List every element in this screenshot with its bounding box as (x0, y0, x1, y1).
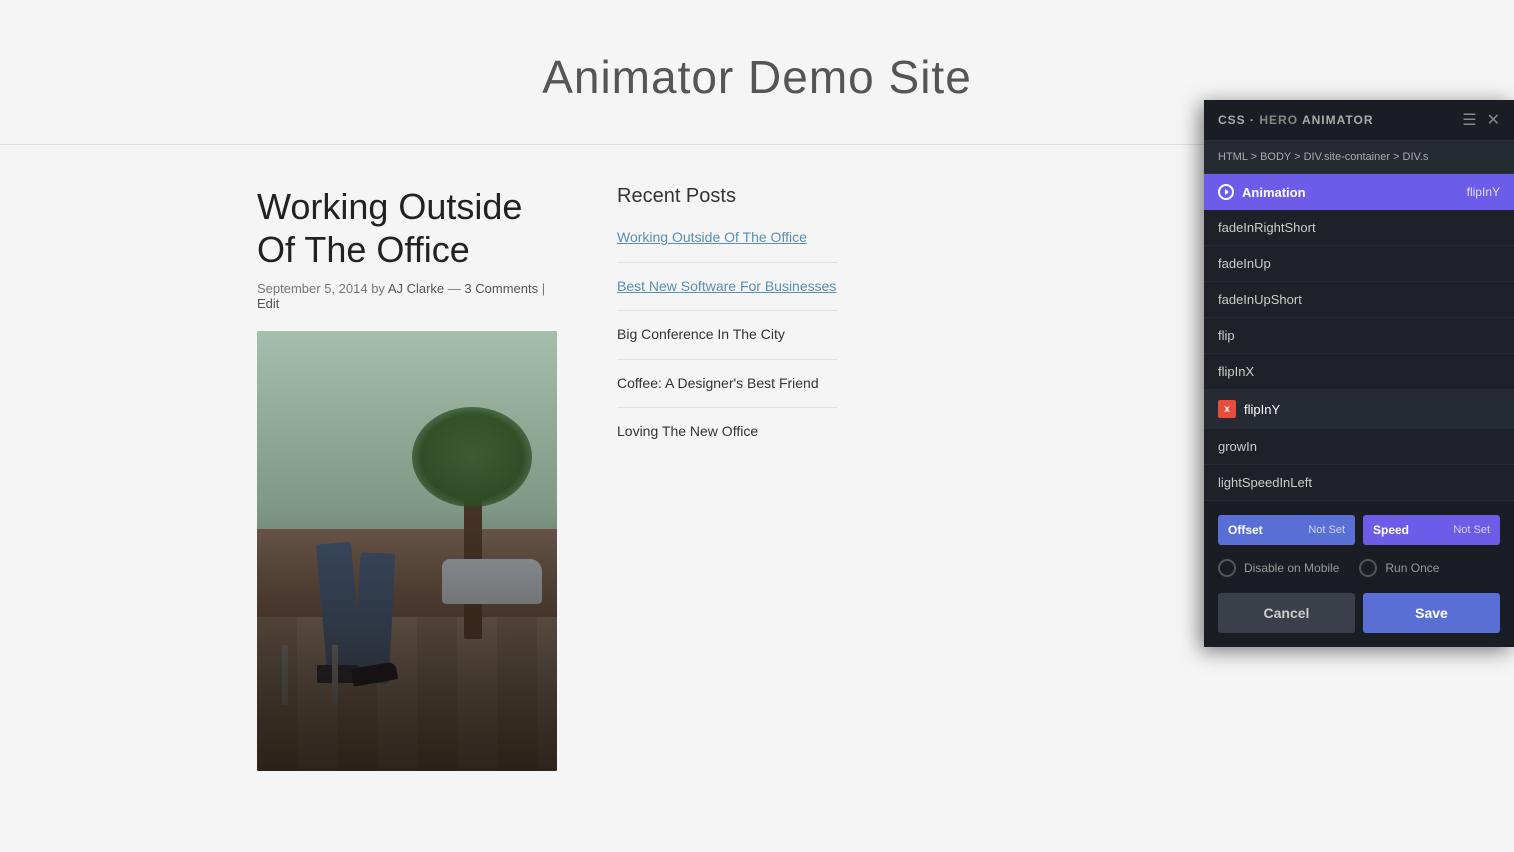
run-once-label: Run Once (1385, 561, 1439, 575)
toggle-row: Disable on Mobile Run Once (1218, 559, 1500, 577)
title-dot: · (1250, 113, 1255, 127)
anim-item-label: lightSpeedInLeft (1218, 475, 1312, 490)
anim-item-fadeInUp[interactable]: fadeInUp (1204, 246, 1514, 282)
post-title: Working Outside Of The Office (257, 185, 557, 271)
chair (272, 585, 352, 705)
anim-item-flipInX[interactable]: flipInX (1204, 354, 1514, 390)
anim-item-label: flipInY (1244, 402, 1280, 417)
post-image (257, 331, 557, 771)
disable-mobile-circle[interactable] (1218, 559, 1236, 577)
anim-item-label: growIn (1218, 439, 1257, 454)
offset-button[interactable]: Offset Not Set (1218, 515, 1355, 545)
offset-label: Offset (1228, 523, 1263, 537)
animation-header-left: Animation (1218, 184, 1306, 200)
anim-item-label: flip (1218, 328, 1235, 343)
run-once-circle[interactable] (1359, 559, 1377, 577)
list-item: Working Outside Of The Office (617, 228, 837, 263)
anim-item-fadeInRightShort[interactable]: fadeInRightShort (1204, 210, 1514, 246)
close-icon[interactable]: ✕ (1487, 110, 1500, 130)
post-meta-text: September 5, 2014 by (257, 281, 388, 296)
leg-right (354, 553, 396, 685)
recent-post-link-5[interactable]: Loving The New Office (617, 423, 758, 439)
anim-item-label: fadeInUpShort (1218, 292, 1302, 307)
chair-leg1 (282, 645, 288, 705)
animation-list: fadeInRightShort fadeInUp fadeInUpShort … (1204, 210, 1514, 501)
recent-post-link-1[interactable]: Working Outside Of The Office (617, 229, 807, 245)
edit-link[interactable]: Edit (257, 296, 279, 311)
panel-header-icons: ☰ ✕ (1462, 110, 1500, 130)
offset-value: Not Set (1308, 524, 1345, 536)
list-item: Big Conference In The City (617, 325, 837, 360)
save-button[interactable]: Save (1363, 593, 1500, 633)
disable-mobile-toggle[interactable]: Disable on Mobile (1218, 559, 1339, 577)
title-hero: HERO (1259, 113, 1298, 127)
anim-item-flip[interactable]: flip (1204, 318, 1514, 354)
title-css: CSS (1218, 113, 1246, 127)
content-area: Working Outside Of The Office September … (257, 185, 557, 771)
ground-bg (257, 529, 557, 771)
list-item: Coffee: A Designer's Best Friend (617, 374, 837, 409)
speed-label: Speed (1373, 523, 1409, 537)
panel-title: CSS · HERO ANIMATOR (1218, 113, 1374, 127)
anim-item-label: flipInX (1218, 364, 1254, 379)
recent-post-link-2[interactable]: Best New Software For Businesses (617, 278, 836, 294)
title-animator: ANIMATOR (1302, 113, 1374, 127)
photo-overlay (257, 331, 557, 771)
recent-post-link-3[interactable]: Big Conference In The City (617, 326, 785, 342)
panel-bottom: Offset Not Set Speed Not Set Disable on … (1204, 501, 1514, 647)
animator-panel: CSS · HERO ANIMATOR ☰ ✕ HTML > BODY > DI… (1204, 100, 1514, 647)
shoe-left (317, 665, 362, 683)
post-meta-sep: — (448, 281, 465, 296)
anim-item-label: fadeInUp (1218, 256, 1271, 271)
leg-left (316, 542, 363, 685)
panel-header: CSS · HERO ANIMATOR ☰ ✕ (1204, 100, 1514, 141)
post-meta: September 5, 2014 by AJ Clarke — 3 Comme… (257, 281, 557, 311)
chair-leg2 (332, 645, 338, 705)
list-item: Loving The New Office (617, 422, 837, 456)
anim-item-flipInY[interactable]: x flipInY (1204, 390, 1514, 429)
anim-item-label: fadeInRightShort (1218, 220, 1316, 235)
cancel-button[interactable]: Cancel (1218, 593, 1355, 633)
offset-speed-row: Offset Not Set Speed Not Set (1218, 515, 1500, 545)
animation-label: Animation (1242, 185, 1306, 200)
disable-mobile-label: Disable on Mobile (1244, 561, 1339, 575)
run-once-toggle[interactable]: Run Once (1359, 559, 1439, 577)
speed-value: Not Set (1453, 524, 1490, 536)
animation-icon (1218, 184, 1234, 200)
anim-item-lightSpeedInLeft[interactable]: lightSpeedInLeft (1204, 465, 1514, 501)
breadcrumb: HTML > BODY > DIV.site-container > DIV.s (1204, 141, 1514, 174)
pavement (257, 617, 557, 771)
menu-icon[interactable]: ☰ (1462, 110, 1476, 130)
sidebar: Recent Posts Working Outside Of The Offi… (617, 185, 837, 771)
sidebar-title: Recent Posts (617, 185, 837, 208)
action-row: Cancel Save (1218, 593, 1500, 633)
recent-post-link-4[interactable]: Coffee: A Designer's Best Friend (617, 375, 819, 391)
comments-link[interactable]: 3 Comments (464, 281, 538, 296)
animation-section-header: Animation flipInY (1204, 174, 1514, 210)
recent-posts-list: Working Outside Of The Office Best New S… (617, 228, 837, 456)
active-badge: x (1218, 400, 1236, 418)
list-item: Best New Software For Businesses (617, 277, 837, 312)
author-link[interactable]: AJ Clarke (388, 281, 444, 296)
anim-item-growIn[interactable]: growIn (1204, 429, 1514, 465)
post-meta-pipe: | (542, 281, 545, 296)
person-legs (302, 503, 422, 683)
site-title: Animator Demo Site (257, 50, 1257, 104)
animation-current-value: flipInY (1467, 185, 1500, 199)
shoe-right (351, 662, 398, 688)
anim-item-fadeInUpShort[interactable]: fadeInUpShort (1204, 282, 1514, 318)
speed-button[interactable]: Speed Not Set (1363, 515, 1500, 545)
car-shape (442, 559, 542, 604)
